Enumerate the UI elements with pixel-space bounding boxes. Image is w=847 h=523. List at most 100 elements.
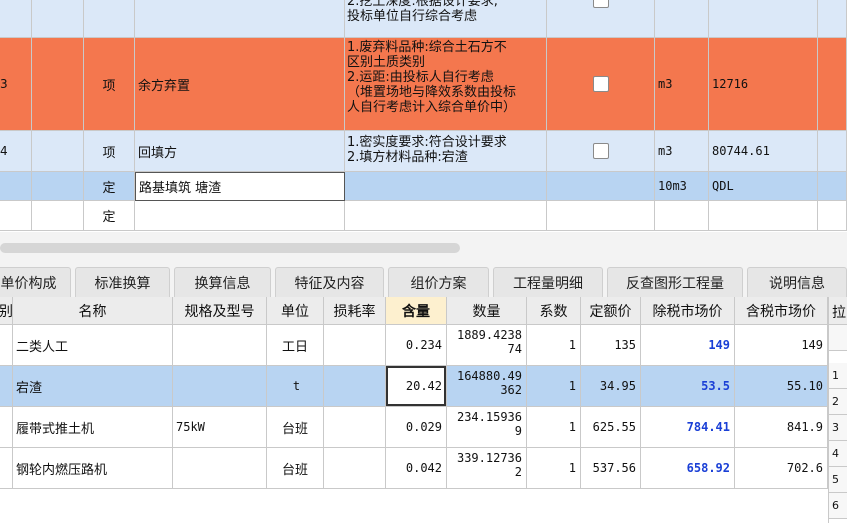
- checkbox-cell[interactable]: [547, 131, 655, 172]
- checkbox-cell[interactable]: [547, 38, 655, 131]
- resource-market-price-ex-tax[interactable]: 658.92: [641, 448, 735, 489]
- resource-coefficient[interactable]: 1: [527, 407, 581, 448]
- code-cell[interactable]: [32, 201, 84, 231]
- unit-cell[interactable]: 10m3: [655, 172, 709, 201]
- tab-graphic-quantity[interactable]: 反查图形工程量: [607, 267, 743, 297]
- item-name-cell[interactable]: 回填方: [135, 131, 345, 172]
- unit-cell[interactable]: m3: [655, 38, 709, 131]
- resource-quota-price[interactable]: 625.55: [581, 407, 641, 448]
- table-row-active[interactable]: 定 路基填筑 塘渣 10m3 QDL: [0, 172, 847, 201]
- resource-coefficient[interactable]: 1: [527, 366, 581, 407]
- column-header-loss-rate[interactable]: 损耗率: [324, 297, 386, 325]
- type-cell[interactable]: 项: [84, 131, 135, 172]
- resource-market-price-ex-tax[interactable]: 149: [641, 325, 735, 366]
- table-row[interactable]: 二类人工 工日 0.234 1889.4238 74 1 135 149 149: [0, 325, 828, 366]
- tab-quantity-details[interactable]: 工程量明细: [493, 267, 603, 297]
- type-cell[interactable]: [84, 0, 135, 38]
- resource-content[interactable]: 0.029: [386, 407, 447, 448]
- resource-market-price-inc-tax[interactable]: 702.6: [735, 448, 828, 489]
- tab-pricing-plan[interactable]: 组价方案: [388, 267, 489, 297]
- side-panel-header[interactable]: 拉: [829, 297, 847, 325]
- resource-name[interactable]: 二类人工: [13, 325, 173, 366]
- tab-features-content[interactable]: 特征及内容: [275, 267, 384, 297]
- resource-name[interactable]: 履带式推土机: [13, 407, 173, 448]
- checkbox[interactable]: [592, 143, 609, 159]
- item-features-cell[interactable]: 1.密实度要求:符合设计要求 2.填方材料品种:宕渣: [345, 131, 547, 172]
- resource-name[interactable]: 宕渣: [13, 366, 173, 407]
- tab-description[interactable]: 说明信息: [747, 267, 847, 297]
- item-features-cell[interactable]: [345, 201, 547, 231]
- table-row[interactable]: 2.挖土深度:根据设计要求, 投标单位自行综合考虑: [0, 0, 847, 38]
- resource-spec[interactable]: [173, 448, 267, 489]
- table-row[interactable]: 履带式推土机 75kW 台班 0.029 234.15936 9 1 625.5…: [0, 407, 828, 448]
- item-name-editor[interactable]: 路基填筑 塘渣: [135, 172, 345, 201]
- column-header-coefficient[interactable]: 系数: [527, 297, 581, 325]
- quantity-cell[interactable]: 80744.61: [709, 131, 818, 172]
- resource-market-price-inc-tax[interactable]: 841.9: [735, 407, 828, 448]
- checkbox[interactable]: [592, 76, 609, 92]
- resource-spec[interactable]: [173, 325, 267, 366]
- item-name-cell[interactable]: [135, 0, 345, 38]
- table-row[interactable]: 4 项 回填方 1.密实度要求:符合设计要求 2.填方材料品种:宕渣 m3 80…: [0, 131, 847, 172]
- resource-content-editor[interactable]: 20.42: [386, 366, 447, 407]
- unit-cell[interactable]: [655, 0, 709, 38]
- code-cell[interactable]: [32, 172, 84, 201]
- resource-name[interactable]: 钢轮内燃压路机: [13, 448, 173, 489]
- resource-quantity[interactable]: 339.12736 2: [447, 448, 527, 489]
- scrollbar-thumb[interactable]: [0, 243, 460, 253]
- table-row[interactable]: 定: [0, 201, 847, 231]
- resource-spec[interactable]: 75kW: [173, 407, 267, 448]
- resource-quantity[interactable]: 164880.49 362: [447, 366, 527, 407]
- resource-quota-price[interactable]: 34.95: [581, 366, 641, 407]
- item-features-cell[interactable]: 1.废弃料品种:综合土石方不 区别土质类别 2.运距:由投标人自行考虑 （堆置场…: [345, 38, 547, 131]
- column-header-unit[interactable]: 单位: [267, 297, 324, 325]
- resource-coefficient[interactable]: 1: [527, 448, 581, 489]
- resource-quota-price[interactable]: 537.56: [581, 448, 641, 489]
- item-features-cell[interactable]: [345, 172, 547, 201]
- resource-market-price-ex-tax[interactable]: 784.41: [641, 407, 735, 448]
- code-cell[interactable]: [32, 0, 84, 38]
- unit-cell[interactable]: m3: [655, 131, 709, 172]
- resource-loss-rate[interactable]: [324, 325, 386, 366]
- type-cell[interactable]: 定: [84, 201, 135, 231]
- resource-loss-rate[interactable]: [324, 366, 386, 407]
- horizontal-scrollbar[interactable]: [0, 238, 847, 258]
- item-features-cell[interactable]: 2.挖土深度:根据设计要求, 投标单位自行综合考虑: [345, 0, 547, 38]
- resource-coefficient[interactable]: 1: [527, 325, 581, 366]
- column-header-quantity[interactable]: 数量: [447, 297, 527, 325]
- resource-market-price-inc-tax[interactable]: 55.10: [735, 366, 828, 407]
- column-header-content[interactable]: 含量: [386, 297, 447, 325]
- table-row-selected[interactable]: 3 项 余方弃置 1.废弃料品种:综合土石方不 区别土质类别 2.运距:由投标人…: [0, 38, 847, 131]
- table-row[interactable]: 钢轮内燃压路机 台班 0.042 339.12736 2 1 537.56 65…: [0, 448, 828, 489]
- item-name-cell[interactable]: [135, 201, 345, 231]
- checkbox[interactable]: [592, 0, 609, 8]
- tab-conversion-info[interactable]: 换算信息: [174, 267, 271, 297]
- type-cell[interactable]: 项: [84, 38, 135, 131]
- checkbox-cell[interactable]: [547, 201, 655, 231]
- resource-content[interactable]: 0.234: [386, 325, 447, 366]
- column-header-category[interactable]: 别: [0, 297, 13, 325]
- column-header-name[interactable]: 名称: [13, 297, 173, 325]
- resource-quantity[interactable]: 234.15936 9: [447, 407, 527, 448]
- quantity-cell[interactable]: [709, 0, 818, 38]
- column-header-market-price-inc-tax[interactable]: 含税市场价: [735, 297, 828, 325]
- item-name-cell[interactable]: 余方弃置: [135, 38, 345, 131]
- resource-quota-price[interactable]: 135: [581, 325, 641, 366]
- resource-market-price-inc-tax[interactable]: 149: [735, 325, 828, 366]
- resource-unit[interactable]: t: [267, 366, 324, 407]
- column-header-quota-price[interactable]: 定额价: [581, 297, 641, 325]
- resource-loss-rate[interactable]: [324, 407, 386, 448]
- type-cell[interactable]: 定: [84, 172, 135, 201]
- code-cell[interactable]: [32, 131, 84, 172]
- column-header-market-price-ex-tax[interactable]: 除税市场价: [641, 297, 735, 325]
- resource-loss-rate[interactable]: [324, 448, 386, 489]
- resource-unit[interactable]: 台班: [267, 407, 324, 448]
- resource-spec[interactable]: [173, 366, 267, 407]
- tab-unit-price[interactable]: 单价构成: [0, 267, 71, 297]
- tab-standard-conversion[interactable]: 标准换算: [75, 267, 170, 297]
- quantity-cell[interactable]: [709, 201, 818, 231]
- resource-unit[interactable]: 工日: [267, 325, 324, 366]
- column-header-spec[interactable]: 规格及型号: [173, 297, 267, 325]
- table-row-selected[interactable]: 宕渣 t 20.42 164880.49 362 1 34.95 53.5 55…: [0, 366, 828, 407]
- code-cell[interactable]: [32, 38, 84, 131]
